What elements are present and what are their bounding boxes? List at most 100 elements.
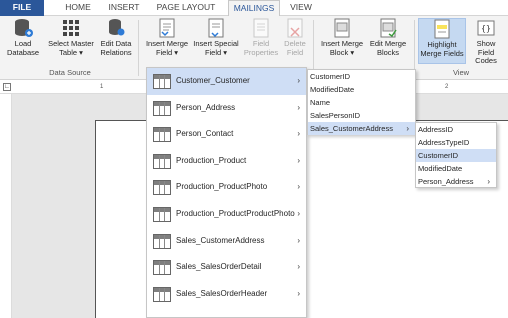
menu-item-customerid[interactable]: CustomerID xyxy=(308,70,415,83)
submenu-arrow-icon: › xyxy=(297,76,300,85)
field-properties-label: Field Properties xyxy=(243,39,279,57)
submenu-arrow-icon: › xyxy=(297,102,300,112)
insert-special-field-button[interactable]: Insert Special Field ▾ xyxy=(191,18,241,57)
load-database-label: Load Database xyxy=(6,39,40,57)
menu-item-customer-customer[interactable]: Customer_Customer › xyxy=(147,68,306,95)
table-icon xyxy=(153,153,171,169)
menu-item-label: Person_Address xyxy=(176,102,236,112)
highlight-fields-icon xyxy=(434,19,450,39)
tab-mailings[interactable]: MAILINGS xyxy=(228,0,280,17)
menu-item-addressid[interactable]: AddressID xyxy=(416,123,496,136)
svg-text:{}: {} xyxy=(481,24,491,33)
table-icon xyxy=(153,206,171,222)
menu-item-modifieddate[interactable]: ModifiedDate xyxy=(308,83,415,96)
table-icon xyxy=(153,233,171,249)
menu-item-addresstypeid[interactable]: AddressTypeID xyxy=(416,136,496,149)
submenu-arrow-icon: › xyxy=(297,182,300,192)
tab-page-layout[interactable]: PAGE LAYOUT xyxy=(150,0,222,16)
select-master-table-button[interactable]: Select Master Table ▾ xyxy=(46,18,96,57)
menu-item-production-product[interactable]: Production_Product › xyxy=(147,148,306,175)
submenu-arrow-icon: › xyxy=(297,155,300,165)
special-field-icon xyxy=(208,18,224,38)
tab-insert[interactable]: INSERT xyxy=(104,0,144,16)
menu-item-salespersonid[interactable]: SalesPersonID xyxy=(308,109,415,122)
tab-stop-selector[interactable]: ∟ xyxy=(3,83,11,91)
merge-field-icon xyxy=(159,18,175,38)
menu-item-modifieddate[interactable]: ModifiedDate xyxy=(416,162,496,175)
show-field-codes-button[interactable]: {} Show Field Codes xyxy=(468,18,504,66)
ruler-mark: 2 xyxy=(445,84,449,90)
load-database-button[interactable]: Load Database xyxy=(4,18,42,57)
merge-block-icon xyxy=(334,18,350,38)
data-source-group-label: Data Source xyxy=(49,68,91,77)
edit-data-relations-label: Edit Data Relations xyxy=(100,39,132,57)
submenu-arrow-icon: › xyxy=(297,262,300,272)
submenu-arrow-icon: › xyxy=(297,288,300,298)
menu-item-name[interactable]: Name xyxy=(308,96,415,109)
highlight-merge-fields-label: Highlight Merge Fields xyxy=(420,40,464,58)
insert-merge-block-button[interactable]: Insert Merge Block ▾ xyxy=(318,18,366,57)
menu-item-label: Sales_CustomerAddress xyxy=(310,124,393,133)
submenu-arrow-icon: › xyxy=(487,177,490,186)
view-group-label: View xyxy=(452,68,470,77)
table-icon xyxy=(153,74,171,89)
menu-item-sales-customeraddress[interactable]: Sales_CustomerAddress › xyxy=(147,228,306,255)
menu-item-sales-customeraddress[interactable]: Sales_CustomerAddress › xyxy=(308,122,415,135)
menu-item-label: Customer_Customer xyxy=(176,76,250,85)
menu-item-label: Person_Contact xyxy=(176,129,234,139)
insert-merge-field-button[interactable]: Insert Merge Field ▾ xyxy=(143,18,191,57)
menu-item-sales-salesorderheader[interactable]: Sales_SalesOrderHeader › xyxy=(147,281,306,308)
menu-item-person-contact[interactable]: Person_Contact › xyxy=(147,121,306,148)
menu-item-label: Sales_SalesOrderDetail xyxy=(176,262,262,272)
submenu-arrow-icon: › xyxy=(297,129,300,139)
merge-field-tables-menu: Customer_Customer › Person_Address › Perso… xyxy=(146,67,307,318)
delete-field-icon xyxy=(287,18,303,38)
insert-special-field-label: Insert Special Field ▾ xyxy=(193,39,239,57)
customeraddress-fields-submenu: AddressID AddressTypeID CustomerID Modif… xyxy=(415,122,497,188)
edit-merge-blocks-label: Edit Merge Blocks xyxy=(369,39,407,57)
insert-merge-field-label: Insert Merge Field ▾ xyxy=(145,39,189,57)
field-codes-icon: {} xyxy=(477,20,495,36)
customer-fields-submenu: CustomerID ModifiedDate Name SalesPerson… xyxy=(307,69,416,135)
edit-merge-blocks-button[interactable]: Edit Merge Blocks xyxy=(366,18,410,57)
menu-item-label: Production_ProductPhoto xyxy=(176,182,268,192)
ruler-mark: 1 xyxy=(100,84,104,90)
tab-view[interactable]: VIEW xyxy=(286,0,316,16)
table-icon xyxy=(153,286,171,302)
tab-home[interactable]: HOME xyxy=(58,0,98,16)
show-field-codes-label: Show Field Codes xyxy=(475,39,497,65)
field-properties-icon xyxy=(253,18,269,38)
edit-merge-blocks-icon xyxy=(380,18,397,38)
menu-item-person-address[interactable]: Person_Address › xyxy=(416,175,496,188)
table-icon xyxy=(153,260,171,276)
menu-item-label: Sales_SalesOrderHeader xyxy=(176,288,268,298)
data-relations-icon xyxy=(109,19,125,36)
menu-item-sales-salesorderdetail[interactable]: Sales_SalesOrderDetail › xyxy=(147,254,306,281)
submenu-arrow-icon: › xyxy=(297,235,300,245)
highlight-merge-fields-button[interactable]: Highlight Merge Fields xyxy=(418,18,466,64)
table-icon xyxy=(153,100,171,116)
submenu-arrow-icon: › xyxy=(297,208,300,218)
menu-item-person-address[interactable]: Person_Address › xyxy=(147,95,306,122)
delete-field-label: Delete Field xyxy=(284,39,306,57)
delete-field-button[interactable]: Delete Field xyxy=(280,18,310,57)
database-icon xyxy=(15,19,33,37)
vertical-ruler[interactable] xyxy=(0,94,12,318)
field-properties-button[interactable]: Field Properties xyxy=(243,18,279,57)
submenu-arrow-icon: › xyxy=(406,124,409,133)
menu-item-label: Person_Address xyxy=(418,177,474,186)
table-icon xyxy=(153,127,171,143)
menu-item-customerid[interactable]: CustomerID xyxy=(416,149,496,162)
menu-item-label: Production_ProductProductPhoto xyxy=(176,208,295,218)
menu-item-label: Sales_CustomerAddress xyxy=(176,235,265,245)
insert-merge-block-label: Insert Merge Block ▾ xyxy=(320,39,364,57)
menu-item-production-productproductphoto[interactable]: Production_ProductProductPhoto › xyxy=(147,201,306,228)
tab-file[interactable]: FILE xyxy=(0,0,44,16)
ribbon-separator xyxy=(313,20,314,76)
grid-dots-icon xyxy=(63,20,79,36)
menu-item-production-productphoto[interactable]: Production_ProductPhoto › xyxy=(147,174,306,201)
select-master-table-label: Select Master Table ▾ xyxy=(48,39,94,57)
table-icon xyxy=(153,180,171,196)
menu-item-label: Production_Product xyxy=(176,155,247,165)
edit-data-relations-button[interactable]: Edit Data Relations xyxy=(98,18,134,57)
